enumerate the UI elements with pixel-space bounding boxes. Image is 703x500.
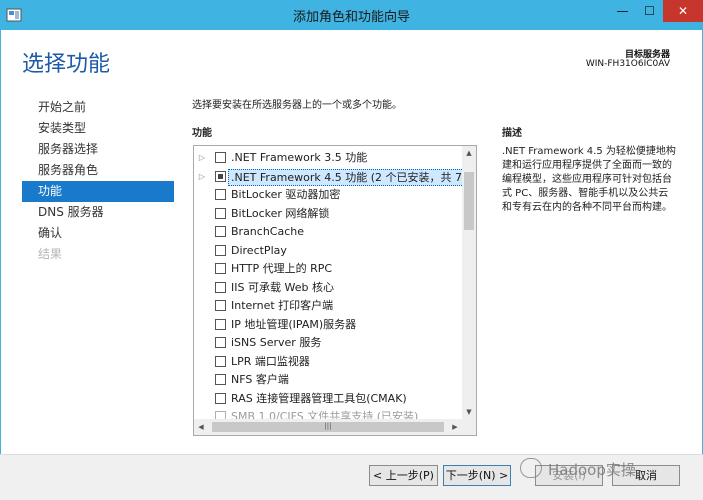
feature-checkbox[interactable] (215, 355, 226, 367)
feature-checkbox[interactable] (215, 244, 226, 256)
feature-row[interactable]: IIS 可承载 Web 核心 (194, 279, 462, 298)
feature-checkbox[interactable] (215, 392, 226, 404)
feature-row[interactable]: iSNS Server 服务 (194, 334, 462, 353)
feature-checkbox[interactable] (215, 318, 226, 330)
feature-checkbox[interactable] (215, 411, 226, 419)
feature-label: LPR 端口监视器 (231, 354, 310, 368)
feature-label: HTTP 代理上的 RPC (231, 262, 333, 275)
scroll-left-arrow-icon[interactable]: ◀ (194, 419, 208, 435)
feature-label: IIS 可承载 Web 核心 (231, 280, 334, 294)
feature-row[interactable]: LPR 端口监视器 (194, 353, 462, 372)
feature-label: Internet 打印客户端 (231, 299, 334, 312)
feature-row[interactable]: SMB 1.0/CIFS 文件共享支持 (已安装) (194, 408, 462, 419)
nav-item-results: 结果 (38, 247, 63, 261)
scroll-corner (462, 419, 476, 435)
feature-label: RAS 连接管理器管理工具包(CMAK) (231, 391, 407, 405)
feature-row[interactable]: RAS 连接管理器管理工具包(CMAK) (194, 390, 462, 409)
feature-label: .NET Framework 3.5 功能 (231, 151, 368, 164)
nav-item-features[interactable]: 功能 (22, 181, 174, 202)
instruction-text: 选择要安装在所选服务器上的一个或多个功能。 (192, 100, 402, 111)
feature-label: DirectPlay (231, 243, 287, 257)
feature-checkbox[interactable] (215, 337, 226, 348)
feature-checkbox[interactable] (215, 226, 226, 237)
feature-row[interactable]: BitLocker 驱动器加密 (194, 186, 462, 205)
feature-label: BranchCache (231, 225, 305, 238)
title-bar: 添加角色和功能向导 — ☐ ✕ (0, 0, 703, 30)
feature-row[interactable]: BranchCache (194, 223, 462, 242)
feature-label: IP 地址管理(IPAM)服务器 (231, 317, 357, 331)
feature-label: BitLocker 驱动器加密 (231, 188, 341, 201)
horizontal-scroll-thumb[interactable]: ||| (212, 422, 444, 432)
feature-row[interactable]: DirectPlay (194, 242, 462, 261)
scroll-up-arrow-icon[interactable]: ▲ (462, 146, 476, 160)
nav-item-dns-server[interactable]: DNS 服务器 (22, 202, 174, 223)
description-header: 描述 (502, 128, 522, 139)
feature-checkbox[interactable] (215, 189, 226, 200)
feature-label: BitLocker 网络解锁 (231, 206, 330, 220)
expand-arrow-icon[interactable]: ▷ (197, 149, 207, 167)
feature-row[interactable]: HTTP 代理上的 RPC (194, 260, 462, 279)
features-header: 功能 (192, 128, 212, 139)
feature-row[interactable]: ▷ .NET Framework 3.5 功能 (194, 149, 462, 168)
vertical-scroll-thumb[interactable] (464, 172, 474, 230)
destination-server-name: WIN-FH31O6IC0AV (585, 59, 670, 69)
feature-label: NFS 客户端 (231, 373, 289, 386)
nav-item-installation-type[interactable]: 安装类型 (22, 118, 174, 139)
features-tree[interactable]: ▷ .NET Framework 3.5 功能 ▷ .NET Framework 4.… (193, 145, 477, 436)
minimize-button[interactable]: — (609, 0, 636, 22)
scroll-down-arrow-icon[interactable]: ▼ (462, 405, 476, 419)
page-title: 选择功能 (22, 52, 111, 77)
watermark: Hadoop实操 (548, 461, 636, 479)
vertical-scrollbar[interactable]: ▲ ▼ (462, 146, 476, 419)
feature-checkbox[interactable] (215, 263, 226, 274)
feature-row[interactable]: IP 地址管理(IPAM)服务器 (194, 316, 462, 335)
horizontal-scrollbar[interactable]: ◀ ||| ▶ (194, 419, 462, 435)
feature-checkbox[interactable] (215, 170, 226, 182)
nav-item-before-you-begin[interactable]: 开始之前 (22, 97, 174, 118)
nav-item-server-roles[interactable]: 服务器角色 (22, 160, 174, 181)
close-button[interactable]: ✕ (663, 0, 703, 22)
feature-label: SMB 1.0/CIFS 文件共享支持 (已安装) (231, 410, 419, 419)
feature-checkbox[interactable] (215, 300, 226, 311)
feature-checkbox[interactable] (215, 374, 226, 385)
description-text: .NET Framework 4.5 为轻松便捷地构建和运行应用程序提供了全面而… (502, 146, 676, 213)
expand-arrow-icon[interactable]: ▷ (197, 168, 207, 186)
wizard-nav: 开始之前 安装类型 服务器选择 服务器角色 功能 DNS 服务器 确认 结果 (22, 97, 174, 265)
nav-item-server-selection[interactable]: 服务器选择 (22, 139, 174, 160)
next-button[interactable]: 下一步(N) > (443, 465, 511, 486)
feature-row[interactable]: Internet 打印客户端 (194, 297, 462, 316)
scroll-right-arrow-icon[interactable]: ▶ (448, 419, 462, 435)
maximize-button[interactable]: ☐ (636, 0, 663, 22)
feature-checkbox[interactable] (215, 152, 226, 163)
feature-label: .NET Framework 4.5 功能 (2 个已安装，共 7 个) (228, 168, 462, 186)
nav-item-confirmation[interactable]: 确认 (22, 223, 174, 244)
previous-button[interactable]: < 上一步(P) (369, 465, 438, 486)
feature-row[interactable]: BitLocker 网络解锁 (194, 205, 462, 224)
feature-label: iSNS Server 服务 (231, 336, 322, 349)
feature-checkbox[interactable] (215, 281, 226, 293)
features-rows: ▷ .NET Framework 3.5 功能 ▷ .NET Framework 4.… (194, 149, 462, 419)
feature-row[interactable]: NFS 客户端 (194, 371, 462, 390)
feature-row[interactable]: ▷ .NET Framework 4.5 功能 (2 个已安装，共 7 个) (194, 168, 462, 187)
feature-checkbox[interactable] (215, 207, 226, 219)
watermark-logo-icon (520, 458, 542, 478)
window-title: 添加角色和功能向导 (292, 10, 410, 25)
